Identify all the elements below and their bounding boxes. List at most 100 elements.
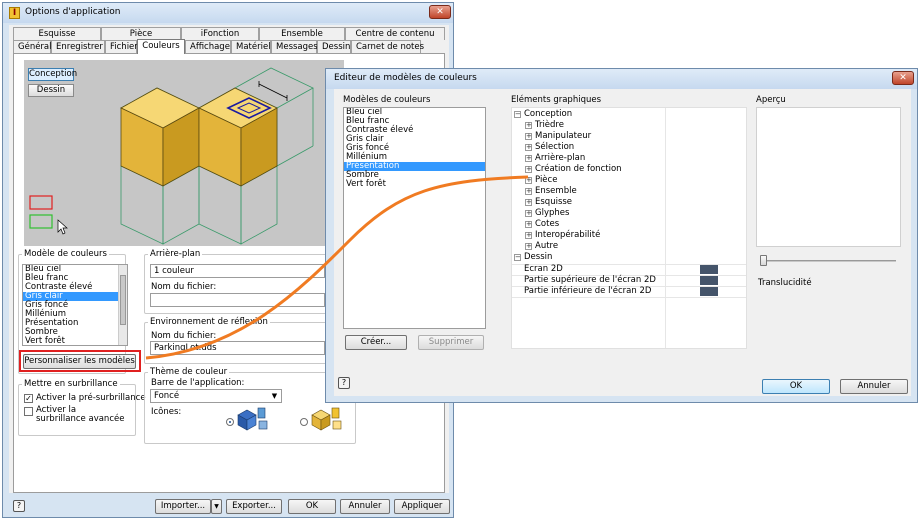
tree-node-label: Manipulateur — [535, 131, 592, 141]
color-model-list[interactable]: Bleu ciel Bleu franc Contraste élevé Gri… — [22, 264, 128, 346]
tree-node-piece[interactable]: + Pièce — [525, 175, 557, 186]
prehighlight-checkbox[interactable]: ✓ — [24, 394, 33, 403]
collapse-icon[interactable]: − — [514, 254, 521, 261]
dessin-row-ecran-sup[interactable]: Partie supérieure de l'écran 2D — [524, 275, 656, 286]
help-icon[interactable]: ? — [13, 500, 25, 512]
ecran-2d-color-swatch[interactable] — [700, 265, 718, 274]
tab-esquisse[interactable]: Esquisse — [13, 27, 101, 40]
editor-cancel-button[interactable]: Annuler — [840, 379, 908, 394]
cancel-button[interactable]: Annuler — [340, 499, 390, 514]
tree-node-glyphes[interactable]: + Glyphes — [525, 208, 569, 219]
tab-ensemble[interactable]: Ensemble — [259, 27, 345, 40]
prehighlight-label: Activer la pré-surbrillance — [36, 393, 146, 403]
light-icons-radio[interactable] — [300, 418, 308, 426]
tab-affichage[interactable]: Affichage — [185, 40, 231, 53]
tree-node-label: Esquisse — [535, 197, 573, 207]
tab-dessin[interactable]: Dessin — [317, 40, 351, 53]
ecran-inf-color-swatch[interactable] — [700, 287, 718, 296]
background-label: Arrière-plan — [148, 249, 203, 259]
expand-icon[interactable]: + — [525, 133, 532, 140]
tab-enregistrer[interactable]: Enregistrer — [51, 40, 105, 53]
reflection-file-field[interactable]: ParkingLot.dds — [150, 341, 325, 355]
tree-node-dessin[interactable]: − Dessin — [514, 252, 552, 263]
editor-titlebar[interactable]: Editeur de modèles de couleurs ✕ — [326, 69, 917, 89]
translucency-label: Translucidité — [758, 278, 812, 288]
tree-node-creation-fonction[interactable]: + Création de fonction — [525, 164, 622, 175]
import-button[interactable]: Importer... — [155, 499, 211, 514]
ok-button[interactable]: OK — [288, 499, 336, 514]
create-model-button[interactable]: Créer... — [345, 335, 407, 350]
dessin-row-ecran-inf[interactable]: Partie inférieure de l'écran 2D — [524, 286, 651, 297]
tree-node-cotes[interactable]: + Cotes — [525, 219, 559, 230]
dessin-row-ecran-2d[interactable]: Ecran 2D — [524, 264, 563, 275]
tab-messages[interactable]: Messages — [271, 40, 318, 53]
tab-carnet-de-notes[interactable]: Carnet de notes — [351, 40, 424, 53]
tab-general[interactable]: Général — [13, 40, 52, 53]
tree-node-interoperabilite[interactable]: + Interopérabilité — [525, 230, 600, 241]
import-dropdown-icon[interactable]: ▼ — [211, 499, 222, 514]
editor-body: Modèles de couleurs Bleu ciel Bleu franc… — [334, 89, 911, 396]
tab-couleurs[interactable]: Couleurs — [137, 39, 185, 54]
expand-icon[interactable]: + — [525, 122, 532, 129]
customize-models-button[interactable]: Personnaliser les modèles — [23, 354, 136, 369]
tree-node-label: Dessin — [524, 252, 553, 262]
delete-model-button[interactable]: Supprimer — [418, 335, 484, 350]
tree-node-manipulateur[interactable]: + Manipulateur — [525, 131, 591, 142]
list-scrollbar[interactable] — [118, 265, 127, 345]
dark-icon-preview-icon[interactable] — [236, 406, 272, 432]
expand-icon[interactable]: + — [525, 221, 532, 228]
app-bar-select[interactable]: Foncé ▼ — [150, 389, 282, 403]
translucency-slider-track[interactable] — [762, 260, 896, 262]
translucency-slider-thumb[interactable] — [760, 255, 767, 266]
color-model-editor-dialog: Editeur de modèles de couleurs ✕ Modèles… — [325, 68, 918, 403]
dark-icons-radio[interactable] — [226, 418, 234, 426]
tree-node-selection[interactable]: + Sélection — [525, 142, 574, 153]
export-button[interactable]: Exporter... — [226, 499, 282, 514]
tree-node-arriere-plan[interactable]: + Arrière-plan — [525, 153, 585, 164]
expand-icon[interactable]: + — [525, 210, 532, 217]
tab-row-upper: Esquisse Pièce iFonction Ensemble Centre… — [13, 27, 445, 40]
tree-node-label: Conception — [524, 109, 573, 119]
scrollbar-thumb[interactable] — [120, 275, 126, 325]
color-model-label: Modèle de couleurs — [22, 249, 109, 259]
tab-fichier[interactable]: Fichier — [105, 40, 138, 53]
tree-column-divider — [665, 108, 666, 348]
editor-ok-button[interactable]: OK — [762, 379, 830, 394]
list-item[interactable]: Vert forêt — [23, 337, 127, 346]
tree-node-conception[interactable]: − Conception — [514, 109, 572, 120]
chevron-down-icon: ▼ — [271, 392, 278, 400]
apply-button[interactable]: Appliquer — [394, 499, 450, 514]
tab-centre-de-contenu[interactable]: Centre de contenu — [345, 27, 445, 40]
editor-model-list[interactable]: Bleu ciel Bleu franc Contraste élevé Gri… — [343, 107, 486, 329]
tab-ifonction[interactable]: iFonction — [181, 27, 259, 40]
options-titlebar[interactable]: I Options d'application ✕ — [3, 3, 453, 23]
background-file-field[interactable] — [150, 293, 325, 307]
tree-node-label: Cotes — [535, 219, 560, 229]
expand-icon[interactable]: + — [525, 155, 532, 162]
tree-node-autre[interactable]: + Autre — [525, 241, 558, 252]
tree-node-ensemble[interactable]: + Ensemble — [525, 186, 577, 197]
expand-icon[interactable]: + — [525, 232, 532, 239]
collapse-icon[interactable]: − — [514, 111, 521, 118]
expand-icon[interactable]: + — [525, 166, 532, 173]
expand-icon[interactable]: + — [525, 144, 532, 151]
light-icon-preview-icon[interactable] — [310, 406, 346, 432]
expand-icon[interactable]: + — [525, 199, 532, 206]
close-icon[interactable]: ✕ — [429, 5, 451, 19]
app-logo-icon: I — [9, 7, 20, 19]
list-item[interactable]: Vert forêt — [344, 180, 485, 189]
expand-icon[interactable]: + — [525, 188, 532, 195]
advanced-highlight-checkbox[interactable] — [24, 407, 33, 416]
expand-icon[interactable]: + — [525, 243, 532, 250]
highlight-label: Mettre en surbrillance — [22, 379, 120, 389]
expand-icon[interactable]: + — [525, 177, 532, 184]
tree-node-esquisse[interactable]: + Esquisse — [525, 197, 572, 208]
tree-node-triedre[interactable]: + Trièdre — [525, 120, 564, 131]
graphic-elements-tree[interactable]: − Conception + Trièdre + Manipulateur + Séle… — [511, 107, 747, 349]
background-select[interactable]: 1 couleur — [150, 264, 325, 278]
help-icon[interactable]: ? — [338, 377, 350, 389]
tab-row-lower: Général Enregistrer Fichier Couleurs Aff… — [13, 39, 424, 54]
ecran-sup-color-swatch[interactable] — [700, 276, 718, 285]
tab-materiel[interactable]: Matériel — [231, 40, 271, 53]
close-icon[interactable]: ✕ — [892, 71, 914, 85]
